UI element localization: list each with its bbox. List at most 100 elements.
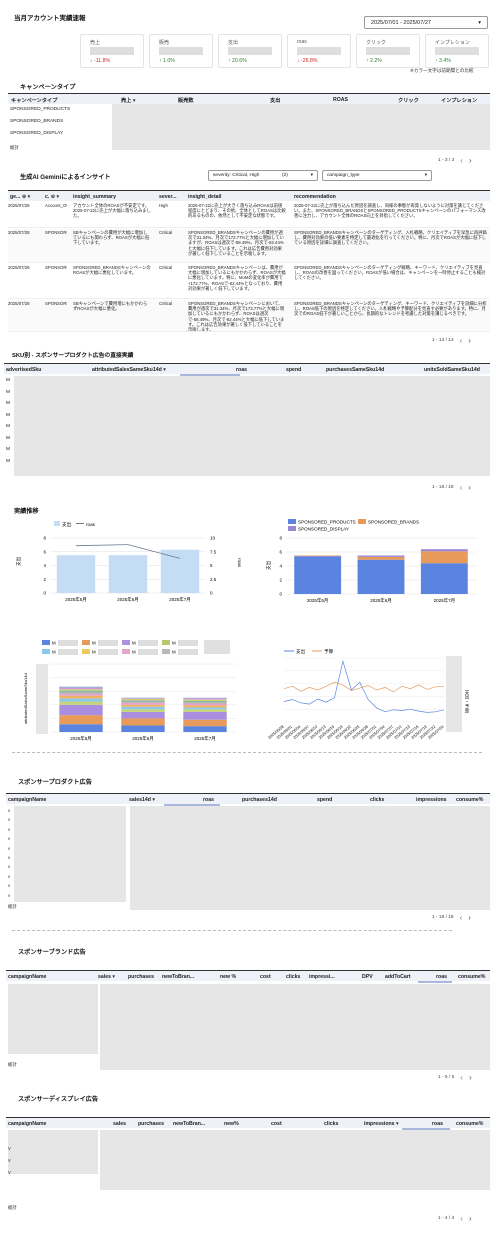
legend-label-redacted	[98, 649, 118, 655]
col-spend[interactable]: 支出	[270, 97, 280, 104]
col-impressions[interactable]: impressi...	[309, 974, 335, 980]
col-campaign-name[interactable]: campaignName	[8, 797, 46, 803]
col-dpv[interactable]: DPV	[362, 974, 373, 980]
col-new-percent[interactable]: new %	[220, 974, 236, 980]
col-clicks[interactable]: clicks	[286, 974, 300, 980]
col-purchases[interactable]: purchases	[138, 1121, 164, 1127]
table-row[interactable]: v	[8, 893, 10, 898]
col-campaign-type[interactable]: キャンペーンタイプ	[11, 97, 57, 104]
chevron-right-icon[interactable]: ›	[468, 913, 471, 922]
chevron-right-icon[interactable]: ›	[468, 483, 471, 492]
col-consume[interactable]: consume%	[458, 974, 485, 980]
col-insight-detail[interactable]: insight_detail	[188, 194, 221, 200]
col-severity[interactable]: sever...	[159, 194, 177, 200]
col-units-sold[interactable]: unitsSoldSameSku14d	[424, 367, 480, 373]
campaign-type-filter[interactable]: campaign_type ▾	[322, 170, 432, 181]
table-row[interactable]: v	[8, 864, 10, 869]
table-row[interactable]: M	[6, 424, 10, 429]
col-roas[interactable]: roas	[236, 367, 247, 373]
col-clicks[interactable]: clicks	[370, 797, 384, 803]
chevron-left-icon[interactable]: ‹	[460, 336, 463, 345]
pager-text: 1 - 4 / 4	[438, 1216, 455, 1221]
table-row[interactable]: v	[8, 827, 10, 832]
table-row[interactable]: v	[8, 855, 10, 860]
kpi-card[interactable]: 販売 ↑ 1.0%	[149, 34, 213, 68]
col-spend[interactable]: spend	[286, 367, 301, 373]
kpi-card[interactable]: roas ↓ -26.8%	[287, 34, 351, 68]
col-roas[interactable]: ROAS	[333, 97, 348, 103]
chevron-left-icon[interactable]: ‹	[460, 156, 463, 165]
date-range-picker[interactable]: 2025/07/01 - 2025/07/27 ▾	[364, 16, 488, 29]
chevron-right-icon[interactable]: ›	[468, 336, 471, 345]
severity-filter[interactable]: severity: Critical, High (2) ▾	[208, 170, 318, 181]
col-cost[interactable]: cost	[260, 974, 271, 980]
table-row[interactable]: M	[6, 459, 10, 464]
col-campaign-name[interactable]: campaignName	[8, 974, 46, 980]
table-row[interactable]: V	[8, 1170, 11, 1175]
table-row[interactable]: SPONSORED_BRANDS	[10, 119, 63, 124]
chevron-right-icon[interactable]: ›	[469, 1073, 472, 1082]
col-sales[interactable]: sales ▾	[98, 974, 115, 980]
col-roas[interactable]: roas	[203, 797, 214, 803]
table-row[interactable]: SPONSORED_DISPLAY	[10, 131, 63, 136]
table-row[interactable]: M	[6, 436, 10, 441]
chevron-right-icon[interactable]: ›	[469, 156, 472, 165]
table-row[interactable]: M	[6, 413, 10, 418]
kpi-card[interactable]: クリック ↑ 2.2%	[356, 34, 420, 68]
col-roas[interactable]: roas	[432, 1121, 443, 1127]
table-row[interactable]: v	[8, 883, 10, 888]
table-row[interactable]: SPONSORED_PRODUCTS	[10, 107, 70, 112]
col-generated-date[interactable]: ge... ⊕ ▾	[10, 194, 30, 200]
kpi-card[interactable]: 売上 ↓ -11.8%	[80, 34, 144, 68]
col-consume[interactable]: consume%	[456, 1121, 483, 1127]
chevron-right-icon[interactable]: ›	[469, 1214, 472, 1223]
col-recommendation[interactable]: recommendation	[294, 194, 336, 200]
table-row[interactable]: v	[8, 846, 10, 851]
table-row[interactable]: v	[8, 817, 10, 822]
col-impressions[interactable]: impressions	[416, 797, 447, 803]
table-row[interactable]: V	[8, 1146, 11, 1151]
col-units[interactable]: 販売数	[178, 97, 194, 104]
col-purchases[interactable]: purchases14d	[242, 797, 277, 803]
col-new-to-brand[interactable]: newToBran...	[173, 1121, 205, 1127]
bar-segment	[294, 556, 342, 594]
chevron-left-icon[interactable]: ‹	[460, 1214, 463, 1223]
col-impressions[interactable]: インプレション	[441, 97, 477, 104]
table-row[interactable]: M	[6, 378, 10, 383]
table-row[interactable]: M	[6, 401, 10, 406]
col-impressions[interactable]: impressions ▾	[364, 1121, 399, 1127]
col-add-to-cart[interactable]: addToCart	[385, 974, 411, 980]
col-new-percent[interactable]: new%	[224, 1121, 239, 1127]
col-sales[interactable]: 売上 ▾	[121, 97, 135, 104]
col-consume[interactable]: consume%	[456, 797, 483, 803]
chevron-left-icon[interactable]: ‹	[460, 913, 463, 922]
bar-segment	[59, 686, 103, 688]
col-attributed-sales[interactable]: attributedSalesSameSku14d ▾	[92, 367, 166, 373]
col-purchases[interactable]: purchases	[128, 974, 154, 980]
col-clicks[interactable]: clicks	[324, 1121, 338, 1127]
insight-summary: アカウント全体のROASが不安定です。2025-07-22に売上が大幅に落ち込み…	[73, 203, 151, 219]
col-sales[interactable]: sales14d ▾	[129, 797, 155, 803]
col-sales[interactable]: sales	[113, 1121, 126, 1127]
table-row[interactable]: v	[8, 808, 10, 813]
col-spend[interactable]: spend	[317, 797, 332, 803]
col-campaign-name[interactable]: campaignName	[8, 1121, 46, 1127]
col-campaign-type[interactable]: c. ⊕ ▾	[45, 194, 59, 200]
col-cost[interactable]: cost	[271, 1121, 282, 1127]
table-row[interactable]: M	[6, 447, 10, 452]
table-row[interactable]: M	[6, 390, 10, 395]
chevron-left-icon[interactable]: ‹	[460, 483, 463, 492]
col-insight-summary[interactable]: insight_summary	[73, 194, 116, 200]
chevron-left-icon[interactable]: ‹	[460, 1073, 463, 1082]
col-clicks[interactable]: クリック	[398, 97, 419, 104]
col-advertised-sku[interactable]: advertisedSku	[6, 367, 41, 373]
table-row[interactable]: v	[8, 836, 10, 841]
col-purchases[interactable]: purchasesSameSku14d	[326, 367, 384, 373]
table-row[interactable]: v	[8, 874, 10, 879]
col-new-to-brand[interactable]: newToBran...	[162, 974, 194, 980]
col-roas[interactable]: roas	[436, 974, 447, 980]
kpi-card[interactable]: 支出 ↑ 20.6%	[218, 34, 282, 68]
kpi-card[interactable]: インプレション ↑ 3.4%	[425, 34, 489, 68]
insight-date: 2025/07/28	[8, 203, 30, 208]
table-row[interactable]: V	[8, 1158, 11, 1163]
